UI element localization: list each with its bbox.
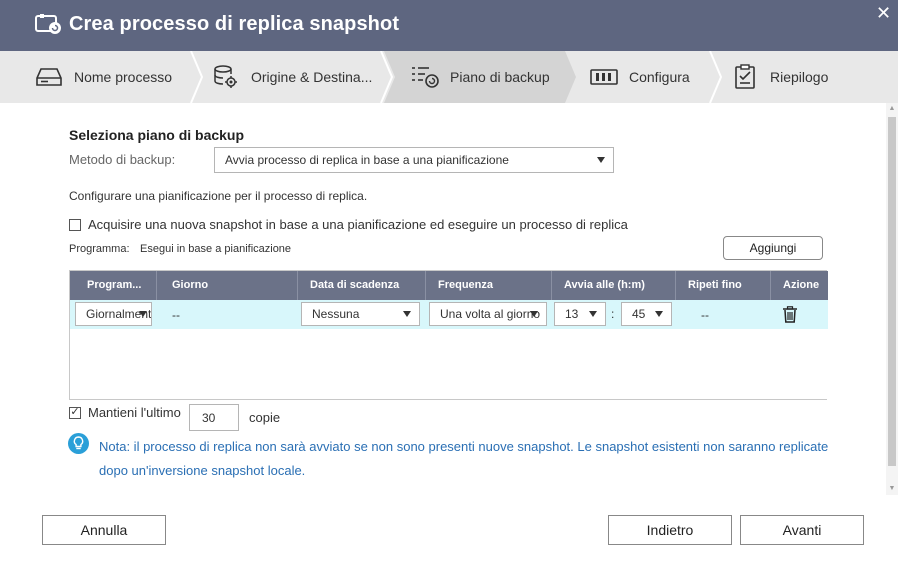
step-separator-icon bbox=[709, 51, 723, 103]
snapshot-schedule-checkbox[interactable] bbox=[69, 218, 81, 231]
program-label: Programma: bbox=[69, 243, 130, 255]
chevron-down-icon bbox=[530, 311, 538, 317]
frequency-select-value: Una volta al giorno bbox=[440, 307, 541, 321]
program-select[interactable]: Giornalmente bbox=[75, 302, 152, 326]
step-nome-processo[interactable]: Nome processo bbox=[35, 51, 172, 103]
column-header-start-time: Avvia alle (h:m) bbox=[552, 271, 676, 300]
scroll-down-icon[interactable]: ▼ bbox=[888, 485, 896, 493]
chevron-down-icon bbox=[655, 311, 663, 317]
backup-method-label: Metodo di backup: bbox=[69, 152, 176, 167]
drive-icon bbox=[35, 63, 63, 91]
column-header-frequency: Frequenza bbox=[426, 271, 552, 300]
next-button[interactable]: Avanti bbox=[740, 515, 864, 545]
wizard-steps: Nome processo Origine & Destina... Piano… bbox=[0, 51, 898, 103]
retention-label: Mantieni l'ultimo bbox=[88, 405, 181, 420]
hour-select-value: 13 bbox=[565, 307, 579, 321]
column-header-action: Azione bbox=[783, 279, 820, 291]
column-header-day: Giorno bbox=[157, 271, 298, 300]
note-text: Nota: il processo di replica non sarà av… bbox=[99, 439, 829, 478]
time-separator: : bbox=[611, 307, 615, 321]
program-row: Programma: Esegui in base a pianificazio… bbox=[69, 243, 291, 255]
window-title: Crea processo di replica snapshot bbox=[69, 13, 400, 35]
snapshot-schedule-label: Acquisire una nuova snapshot in base a u… bbox=[88, 217, 628, 232]
schedule-table: Program... Giorno Data di scadenza Frequ… bbox=[69, 270, 828, 400]
backup-method-value: Avvia processo di replica in base a una … bbox=[225, 153, 509, 167]
chevron-down-icon bbox=[139, 311, 147, 317]
back-button[interactable]: Indietro bbox=[608, 515, 732, 545]
gear-database-icon bbox=[212, 63, 240, 91]
cancel-button[interactable]: Annulla bbox=[42, 515, 166, 545]
step-piano-di-backup[interactable]: Piano di backup bbox=[411, 51, 550, 103]
close-icon[interactable]: ✕ bbox=[876, 4, 891, 22]
chevron-down-icon bbox=[589, 311, 597, 317]
step-separator-icon bbox=[380, 51, 394, 103]
step-label: Riepilogo bbox=[770, 69, 829, 85]
minute-select-value: 45 bbox=[632, 307, 646, 321]
step-label: Nome processo bbox=[74, 69, 173, 85]
step-label: Configura bbox=[629, 69, 690, 85]
day-value: -- bbox=[172, 307, 180, 322]
retention-count-input[interactable] bbox=[189, 404, 239, 431]
chevron-down-icon bbox=[403, 311, 411, 317]
schedule-description: Configurare una pianificazione per il pr… bbox=[69, 189, 368, 203]
expiry-select[interactable]: Nessuna bbox=[301, 302, 420, 326]
configure-icon bbox=[590, 63, 618, 91]
add-schedule-button[interactable]: Aggiungi bbox=[723, 236, 823, 260]
scroll-up-icon[interactable]: ▲ bbox=[888, 105, 896, 113]
step-separator-icon bbox=[190, 51, 204, 103]
expiry-select-value: Nessuna bbox=[312, 307, 360, 321]
hour-select[interactable]: 13 bbox=[554, 302, 606, 326]
step-label: Origine & Destina... bbox=[251, 69, 373, 85]
table-row: Giornalmente -- Nessuna Una volta al gio… bbox=[70, 300, 828, 329]
vertical-scrollbar[interactable]: ▲ ▼ bbox=[886, 103, 898, 495]
schedule-list-icon bbox=[411, 63, 439, 91]
backup-method-select[interactable]: Avvia processo di replica in base a una … bbox=[214, 147, 614, 173]
chevron-down-icon bbox=[597, 157, 605, 163]
snapshot-replica-icon bbox=[35, 14, 61, 34]
lightbulb-icon bbox=[68, 433, 89, 454]
clipboard-check-icon bbox=[731, 63, 759, 91]
scrollbar-thumb[interactable] bbox=[888, 117, 896, 466]
program-value: Esegui in base a pianificazione bbox=[140, 243, 292, 255]
column-header-program: Program... bbox=[70, 271, 157, 300]
retention-checkbox[interactable]: ✓ bbox=[69, 406, 81, 419]
column-header-expiry: Data di scadenza bbox=[298, 271, 426, 300]
snapshot-schedule-option[interactable]: Acquisire una nuova snapshot in base a u… bbox=[69, 217, 628, 232]
column-header-repeat-until: Ripeti fino bbox=[676, 271, 771, 300]
frequency-select[interactable]: Una volta al giorno bbox=[429, 302, 547, 326]
retention-option[interactable]: ✓ Mantieni l'ultimo bbox=[69, 405, 181, 420]
step-configura[interactable]: Configura bbox=[590, 51, 690, 103]
minute-select[interactable]: 45 bbox=[621, 302, 672, 326]
delete-icon[interactable] bbox=[782, 300, 798, 329]
retention-suffix: copie bbox=[249, 410, 281, 425]
table-header: Program... Giorno Data di scadenza Frequ… bbox=[70, 271, 828, 300]
step-riepilogo[interactable]: Riepilogo bbox=[731, 51, 828, 103]
repeat-until-value: -- bbox=[701, 307, 709, 322]
section-title: Seleziona piano di backup bbox=[69, 127, 245, 143]
title-bar: Crea processo di replica snapshot ✕ bbox=[0, 0, 898, 51]
step-label: Piano di backup bbox=[450, 69, 550, 85]
step-origine-destinazione[interactable]: Origine & Destina... bbox=[212, 51, 372, 103]
